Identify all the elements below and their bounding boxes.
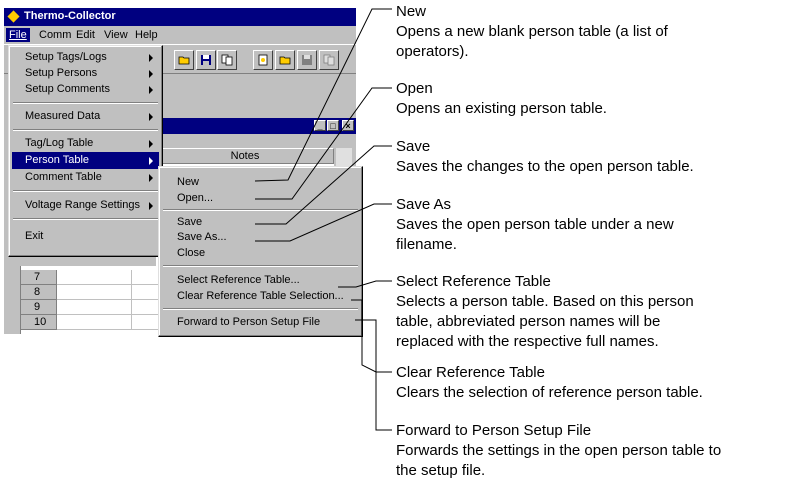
annotation-title: Select Reference Table bbox=[396, 273, 551, 290]
annotation-save-as: Save As Saves the open person table unde… bbox=[396, 195, 674, 255]
annotation-title: Save As bbox=[396, 196, 452, 213]
annotation-title: Forward to Person Setup File bbox=[396, 422, 592, 439]
annotation-text: Forwards the settings in the open person… bbox=[396, 442, 722, 459]
annotation-title: Clear Reference Table bbox=[396, 364, 545, 381]
annotation-text: Opens an existing person table. bbox=[396, 100, 607, 117]
annotation-new: New Opens a new blank person table (a li… bbox=[396, 2, 668, 62]
annotation-text: Saves the changes to the open person tab… bbox=[396, 158, 694, 175]
annotation-select-reference-table: Select Reference Table Selects a person … bbox=[396, 272, 694, 352]
annotation-text: Saves the open person table under a new bbox=[396, 216, 674, 233]
annotation-title: Save bbox=[396, 138, 431, 155]
annotation-title: Open bbox=[396, 80, 433, 97]
annotation-save: Save Saves the changes to the open perso… bbox=[396, 137, 694, 177]
annotation-forward-to-person-setup-file: Forward to Person Setup File Forwards th… bbox=[396, 421, 721, 481]
annotation-clear-reference-table: Clear Reference Table Clears the selecti… bbox=[396, 363, 703, 403]
annotation-text: the setup file. bbox=[396, 462, 486, 479]
annotation-open: Open Opens an existing person table. bbox=[396, 79, 607, 119]
annotation-text: filename. bbox=[396, 236, 457, 253]
annotation-text: operators). bbox=[396, 43, 469, 60]
annotation-text: table, abbreviated person names will be bbox=[396, 313, 661, 330]
annotation-text: Clears the selection of reference person… bbox=[396, 384, 703, 401]
annotation-text: Selects a person table. Based on this pe… bbox=[396, 293, 694, 310]
annotation-text: replaced with the respective full names. bbox=[396, 333, 659, 350]
annotation-text: Opens a new blank person table (a list o… bbox=[396, 23, 668, 40]
annotation-title: New bbox=[396, 3, 427, 20]
